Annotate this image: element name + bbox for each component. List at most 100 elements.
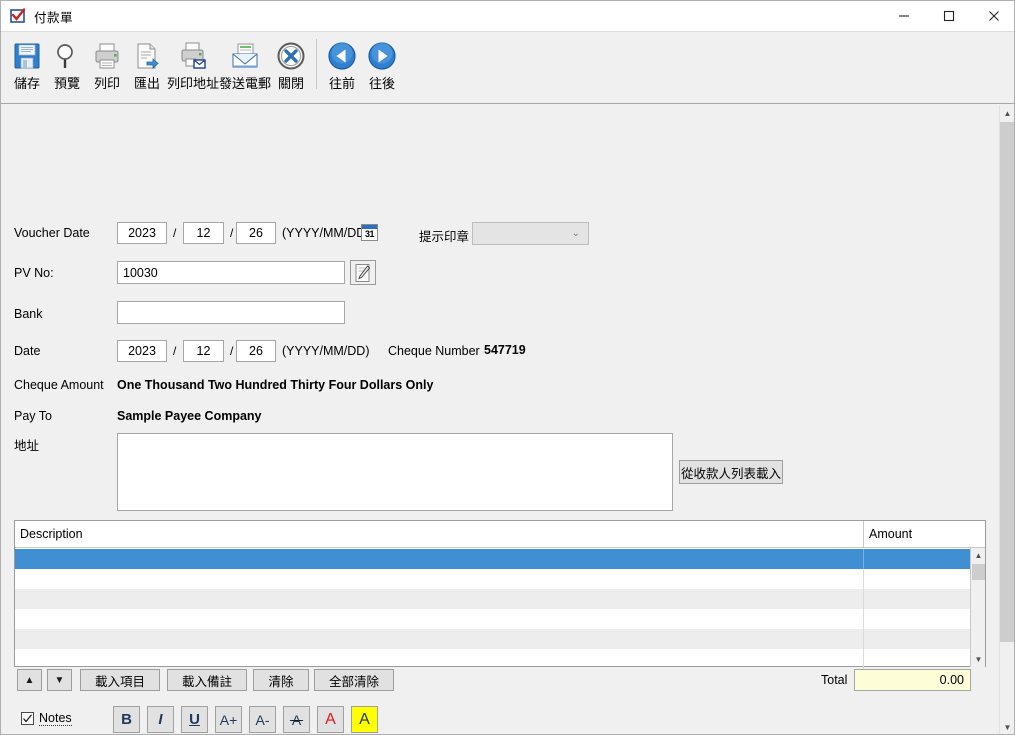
stamp-select[interactable]: ⌄ (472, 222, 589, 245)
voucher-date-year-input[interactable]: 2023 (117, 222, 167, 244)
print-address-button[interactable]: 列印地址 (167, 36, 219, 100)
grid-scrollbar[interactable]: ▲ ▼ (970, 548, 985, 667)
grid-scrollbar-thumb[interactable] (972, 564, 985, 580)
voucher-date-month-input[interactable]: 12 (183, 222, 224, 244)
voucher-check-icon (9, 7, 27, 25)
cell-description[interactable] (15, 649, 864, 669)
underline-icon[interactable]: U (181, 706, 208, 733)
stamp-label: 提示印章 (419, 230, 470, 244)
cheque-number-value: 547719 (484, 343, 526, 357)
cell-amount[interactable] (864, 609, 970, 629)
date-separator: / (230, 344, 234, 358)
export-button[interactable]: 匯出 (127, 36, 167, 100)
column-header-description[interactable]: Description (15, 521, 864, 547)
title-bar: 付款單 (1, 1, 1014, 32)
cell-description[interactable] (15, 549, 864, 569)
date-year-input[interactable]: 2023 (117, 340, 167, 362)
voucher-date-format-hint: (YYYY/MM/DD) (282, 226, 370, 240)
date-separator: / (173, 226, 177, 240)
close-doc-button-label: 關閉 (277, 76, 304, 91)
close-icon[interactable] (971, 1, 1014, 32)
nav-previous-icon (325, 39, 359, 73)
move-down-button[interactable]: ▼ (47, 669, 72, 691)
table-row[interactable] (15, 549, 970, 569)
cell-description[interactable] (15, 589, 864, 609)
table-row[interactable] (15, 629, 970, 649)
date-separator: / (173, 344, 177, 358)
clear-all-button[interactable]: 全部清除 (314, 669, 394, 691)
nav-previous-button[interactable]: 往前 (322, 36, 362, 100)
pv-no-input[interactable]: 10030 (117, 261, 345, 284)
table-row[interactable] (15, 649, 970, 669)
cell-description[interactable] (15, 609, 864, 629)
print-button-label: 列印 (93, 76, 120, 91)
grid-header: Description Amount (15, 521, 985, 548)
cell-description[interactable] (15, 629, 864, 649)
bank-label: Bank (14, 307, 43, 321)
bank-input[interactable] (117, 301, 345, 324)
italic-icon[interactable]: I (147, 706, 174, 733)
toolbar-separator (316, 39, 317, 89)
cheque-amount-value: One Thousand Two Hundred Thirty Four Dol… (117, 378, 434, 392)
notes-label: Notes (39, 711, 72, 726)
font-increase-icon[interactable]: A+ (215, 706, 242, 733)
address-textarea[interactable] (117, 433, 673, 511)
calendar-day-number: 31 (364, 229, 375, 239)
preview-magnifier-icon (50, 39, 84, 73)
notes-checkbox-row[interactable]: Notes (21, 711, 72, 726)
load-remarks-button[interactable]: 載入備註 (167, 669, 247, 691)
cell-amount[interactable] (864, 549, 970, 569)
cell-description[interactable] (15, 569, 864, 589)
calendar-icon[interactable]: 31 (361, 224, 378, 241)
voucher-date-day-input[interactable]: 26 (236, 222, 276, 244)
export-button-label: 匯出 (133, 76, 160, 91)
column-header-amount[interactable]: Amount (864, 521, 985, 547)
load-from-payee-list-button[interactable]: 從收款人列表載入 (679, 460, 783, 484)
highlight-color-icon[interactable]: A (351, 706, 378, 733)
window-scrollbar-thumb[interactable] (1000, 122, 1014, 642)
pay-to-value: Sample Payee Company (117, 409, 262, 423)
font-decrease-icon[interactable]: A- (249, 706, 276, 733)
italic-button-label: I (158, 711, 163, 728)
scroll-up-icon[interactable]: ▲ (971, 548, 986, 563)
bold-button-label: B (121, 711, 132, 728)
nav-next-label: 往後 (368, 76, 395, 91)
close-doc-button[interactable]: 關閉 (271, 36, 311, 100)
date-format-hint: (YYYY/MM/DD) (282, 344, 370, 358)
scroll-down-icon[interactable]: ▼ (971, 652, 986, 667)
strikethrough-icon[interactable]: A (283, 706, 310, 733)
edit-pv-no-button[interactable] (350, 260, 376, 285)
date-month-input[interactable]: 12 (183, 340, 224, 362)
window-title: 付款單 (34, 10, 74, 25)
maximize-icon[interactable] (926, 1, 971, 32)
address-label: 地址 (14, 439, 40, 453)
chevron-down-icon: ⌄ (571, 228, 580, 239)
minimize-icon[interactable] (881, 1, 926, 32)
load-items-button[interactable]: 載入項目 (80, 669, 160, 691)
table-row[interactable] (15, 569, 970, 589)
preview-button[interactable]: 預覽 (47, 36, 87, 100)
cell-amount[interactable] (864, 629, 970, 649)
cell-amount[interactable] (864, 569, 970, 589)
font-color-icon[interactable]: A (317, 706, 344, 733)
move-up-button[interactable]: ▲ (17, 669, 42, 691)
clear-button[interactable]: 清除 (253, 669, 309, 691)
bold-icon[interactable]: B (113, 706, 140, 733)
date-day-input[interactable]: 26 (236, 340, 276, 362)
scroll-up-icon[interactable]: ▲ (1000, 105, 1014, 122)
send-email-button[interactable]: 發送電郵 (219, 36, 271, 100)
scroll-down-icon[interactable]: ▼ (1000, 719, 1014, 734)
notes-checkbox[interactable] (21, 712, 34, 725)
table-row[interactable] (15, 589, 970, 609)
cell-amount[interactable] (864, 649, 970, 669)
cell-amount[interactable] (864, 589, 970, 609)
print-printer-icon (90, 39, 124, 73)
nav-next-icon (365, 39, 399, 73)
window-scrollbar[interactable]: ▲ ▼ (999, 105, 1014, 734)
payment-voucher-window: 付款單 儲存 預覽 列印 匯出 列印地址 發送電郵 關閉 往前 往後 Vouch… (0, 0, 1015, 735)
nav-next-button[interactable]: 往後 (362, 36, 402, 100)
print-button[interactable]: 列印 (87, 36, 127, 100)
send-email-icon (228, 39, 262, 73)
table-row[interactable] (15, 609, 970, 629)
save-button[interactable]: 儲存 (7, 36, 47, 100)
